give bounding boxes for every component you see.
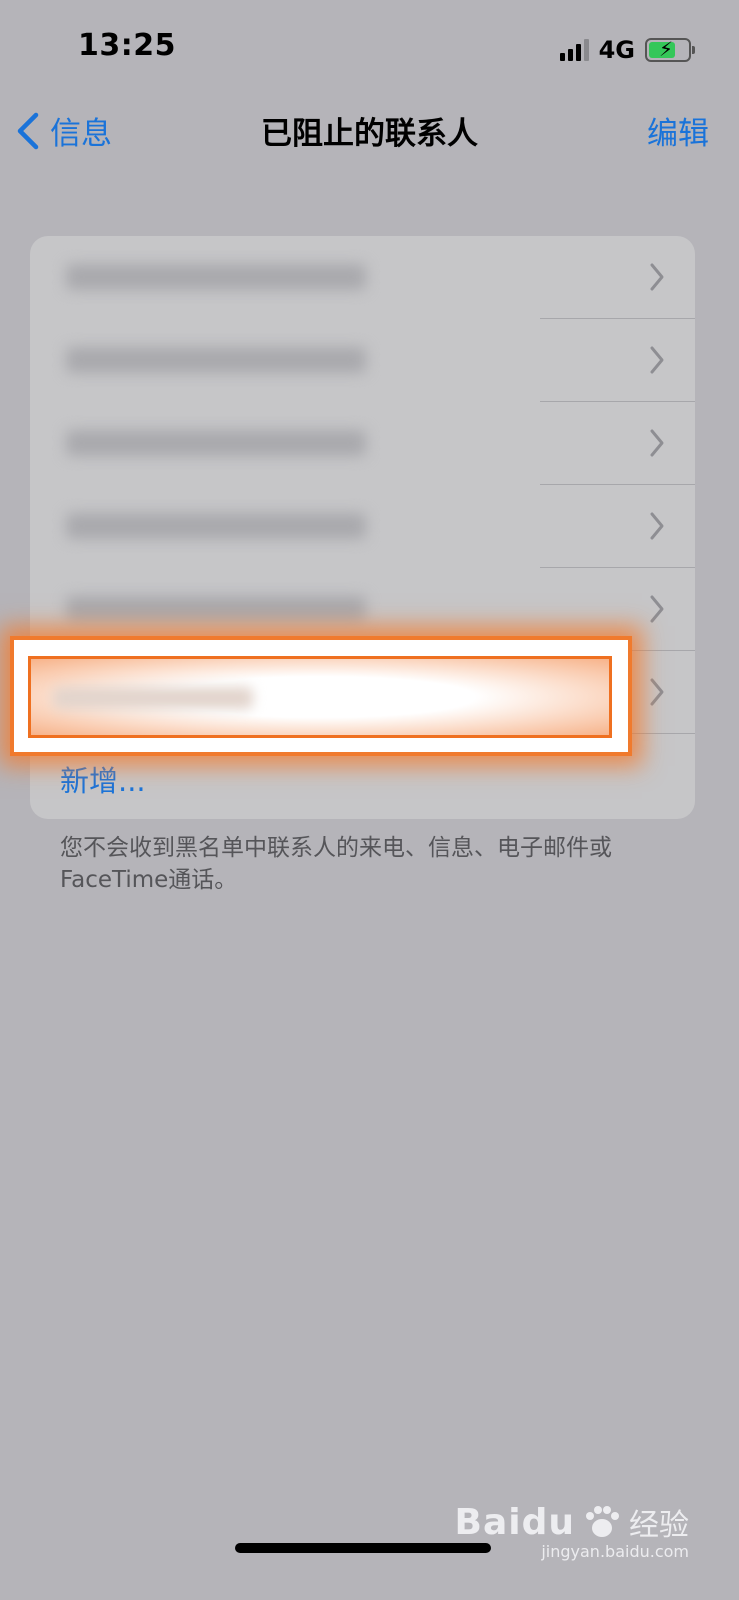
redacted-contact bbox=[66, 430, 366, 456]
chevron-right-icon bbox=[650, 263, 664, 291]
blocked-list-footnote: 您不会收到黑名单中联系人的来电、信息、电子邮件或FaceTime通话。 bbox=[60, 835, 612, 893]
chevron-right-icon bbox=[650, 512, 664, 540]
cellular-signal-icon bbox=[559, 39, 589, 61]
blocked-contact-row[interactable] bbox=[30, 236, 695, 319]
watermark-suffix: 经验 bbox=[629, 1508, 689, 1543]
page-title: 已阻止的联系人 bbox=[261, 116, 478, 152]
redacted-contact bbox=[66, 347, 366, 373]
home-indicator[interactable] bbox=[235, 1543, 491, 1553]
watermark-logo-text: Baidu bbox=[454, 1501, 575, 1543]
chevron-right-icon bbox=[650, 346, 664, 374]
chevron-right-icon bbox=[650, 429, 664, 457]
watermark-url: jingyan.baidu.com bbox=[541, 1542, 689, 1561]
paw-icon bbox=[586, 1506, 619, 1537]
blocked-contact-row[interactable] bbox=[30, 319, 695, 402]
chevron-right-icon bbox=[650, 678, 664, 706]
add-new-button[interactable]: 新增... bbox=[60, 758, 146, 800]
battery-charging-icon: ⚡ bbox=[645, 37, 695, 62]
chevron-right-icon bbox=[650, 595, 664, 623]
blocked-contact-row[interactable] bbox=[30, 485, 695, 568]
edit-button[interactable]: 编辑 bbox=[647, 108, 709, 153]
blocked-contact-row[interactable] bbox=[30, 402, 695, 485]
redacted-contact bbox=[66, 513, 366, 539]
highlighted-contact-row[interactable] bbox=[28, 656, 612, 738]
baidu-jingyan-watermark: Baidu 经验 jingyan.baidu.com bbox=[454, 1500, 689, 1562]
redacted-contact bbox=[66, 264, 366, 290]
status-indicators: 4G ⚡ bbox=[559, 36, 695, 64]
redacted-contact bbox=[66, 596, 366, 622]
redacted-contact bbox=[53, 687, 253, 709]
status-time: 13:25 bbox=[78, 28, 176, 63]
network-type: 4G bbox=[598, 36, 635, 64]
